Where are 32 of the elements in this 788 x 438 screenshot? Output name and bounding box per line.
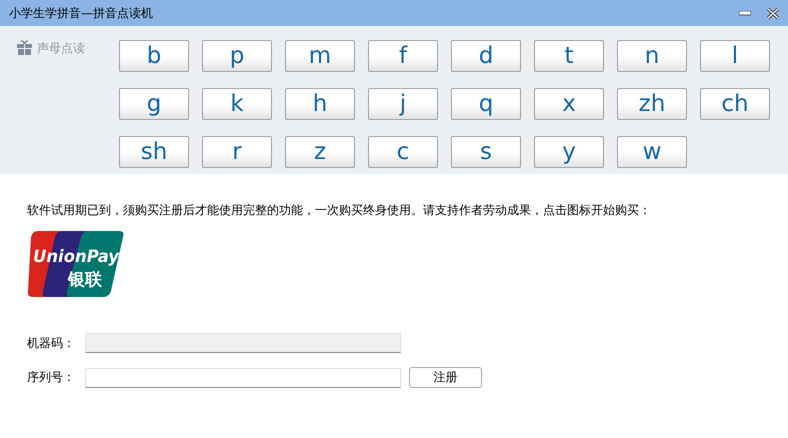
letter-button[interactable]: sh bbox=[119, 136, 189, 168]
window-title: 小学生学拼音—拼音点读机 bbox=[9, 4, 153, 22]
letter-button[interactable]: q bbox=[451, 88, 521, 120]
letter-button[interactable]: k bbox=[202, 88, 272, 120]
close-icon[interactable] bbox=[767, 8, 779, 18]
letter-button[interactable]: y bbox=[534, 136, 604, 168]
letter-button[interactable]: j bbox=[368, 88, 438, 120]
input-field[interactable] bbox=[85, 368, 401, 388]
letter-button[interactable]: c bbox=[368, 136, 438, 168]
letter-button[interactable]: z bbox=[285, 136, 355, 168]
field-label: 机器码： bbox=[27, 334, 76, 352]
register-button[interactable]: 注册 bbox=[409, 367, 482, 388]
notice-text: 软件试用期已到，须购买注册后才能使用完整的功能，一次购买终身使用。请支持作者劳动成果，点击图标开始购买： bbox=[27, 202, 652, 219]
letter-button[interactable]: n bbox=[617, 40, 687, 72]
letter-button[interactable]: m bbox=[285, 40, 355, 72]
letter-button[interactable]: g bbox=[119, 88, 189, 120]
letter-button[interactable]: l bbox=[700, 40, 770, 72]
letter-button[interactable]: b bbox=[119, 40, 189, 72]
letter-button[interactable]: f bbox=[368, 40, 438, 72]
letter-button[interactable]: zh bbox=[617, 88, 687, 120]
letter-button[interactable]: t bbox=[534, 40, 604, 72]
field-label: 序列号： bbox=[27, 369, 76, 386]
letter-button[interactable]: x bbox=[534, 88, 604, 120]
letter-button[interactable]: h bbox=[285, 88, 355, 120]
minimize-icon[interactable] bbox=[739, 10, 751, 16]
letter-button[interactable]: r bbox=[202, 136, 272, 168]
letter-button[interactable]: p bbox=[202, 40, 272, 72]
letter-button[interactable]: ch bbox=[700, 88, 770, 120]
letter-button[interactable]: d bbox=[451, 40, 521, 72]
letter-button[interactable]: w bbox=[617, 136, 687, 168]
gift-icon bbox=[17, 40, 32, 55]
letter-button[interactable]: s bbox=[451, 136, 521, 168]
